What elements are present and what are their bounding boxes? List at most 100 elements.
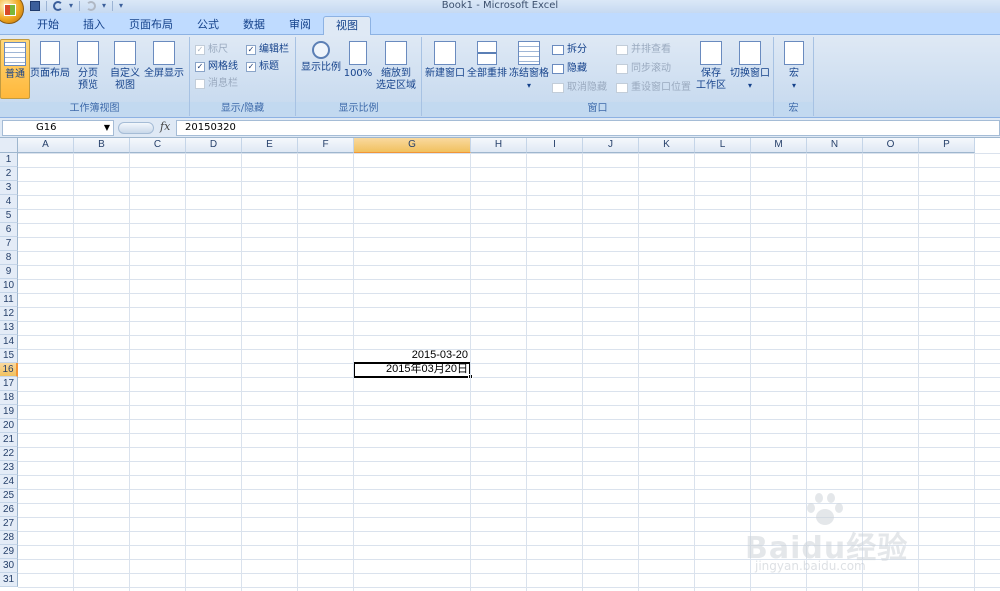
cell-g15[interactable]: 2015-03-20 bbox=[354, 349, 468, 363]
formula-cancel-enter-buttons[interactable] bbox=[118, 122, 154, 134]
row-header-21[interactable]: 21 bbox=[0, 433, 18, 447]
row-header-4[interactable]: 4 bbox=[0, 195, 18, 209]
row-header-1[interactable]: 1 bbox=[0, 153, 18, 167]
split-button[interactable]: 拆分 bbox=[552, 42, 587, 57]
column-header-f[interactable]: F bbox=[298, 138, 354, 153]
column-header-h[interactable]: H bbox=[471, 138, 527, 153]
hide-button[interactable]: 隐藏 bbox=[552, 61, 587, 76]
save-workspace-label-2: 工作区 bbox=[696, 80, 726, 91]
new-window-button[interactable]: 新建窗口 bbox=[424, 39, 466, 99]
column-header-c[interactable]: C bbox=[130, 138, 186, 153]
view-side-by-side-button[interactable]: 并排查看 bbox=[616, 42, 671, 57]
row-header-14[interactable]: 14 bbox=[0, 335, 18, 349]
row-header-15[interactable]: 15 bbox=[0, 349, 18, 363]
row-header-24[interactable]: 24 bbox=[0, 475, 18, 489]
tab-data[interactable]: 数据 bbox=[231, 16, 277, 35]
formula-bar-checkbox[interactable]: ✓ 编辑栏 bbox=[246, 42, 289, 57]
switch-windows-icon bbox=[739, 41, 761, 65]
redo-icon[interactable] bbox=[86, 1, 97, 11]
zoom-100-button[interactable]: 100% bbox=[342, 39, 374, 99]
column-header-a[interactable]: A bbox=[18, 138, 74, 153]
normal-view-button[interactable]: 普通 bbox=[0, 39, 30, 99]
freeze-panes-button[interactable]: 冻结窗格 ▾ bbox=[508, 39, 550, 99]
zoom-to-selection-button[interactable]: 缩放到 选定区域 bbox=[374, 39, 418, 99]
row-header-5[interactable]: 5 bbox=[0, 209, 18, 223]
undo-dropdown-icon[interactable]: ▾ bbox=[69, 1, 73, 11]
row-header-25[interactable]: 25 bbox=[0, 489, 18, 503]
column-header-j[interactable]: J bbox=[583, 138, 639, 153]
row-header-28[interactable]: 28 bbox=[0, 531, 18, 545]
column-header-b[interactable]: B bbox=[74, 138, 130, 153]
tab-formulas[interactable]: 公式 bbox=[185, 16, 231, 35]
sync-scroll-button[interactable]: 同步滚动 bbox=[616, 61, 671, 76]
unhide-button[interactable]: 取消隐藏 bbox=[552, 80, 607, 95]
row-header-8[interactable]: 8 bbox=[0, 251, 18, 265]
row-header-12[interactable]: 12 bbox=[0, 307, 18, 321]
column-header-l[interactable]: L bbox=[695, 138, 751, 153]
message-bar-checkbox[interactable]: ✓ 消息栏 bbox=[195, 76, 238, 91]
row-header-26[interactable]: 26 bbox=[0, 503, 18, 517]
zoom-button[interactable]: 显示比例 bbox=[300, 39, 342, 99]
worksheet-grid[interactable]: ABCDEFGHIJKLMNOP 1 2 3 4 5 6 7 8 9 10 11 12 13 14 15 16… bbox=[0, 138, 1000, 591]
custom-views-button[interactable]: 自定义 视图 bbox=[108, 39, 142, 99]
tab-view[interactable]: 视图 bbox=[323, 16, 371, 35]
row-header-20[interactable]: 20 bbox=[0, 419, 18, 433]
row-header-11[interactable]: 11 bbox=[0, 293, 18, 307]
row-header-3[interactable]: 3 bbox=[0, 181, 18, 195]
column-header-g[interactable]: G bbox=[354, 138, 471, 153]
column-header-m[interactable]: M bbox=[751, 138, 807, 153]
row-header-10[interactable]: 10 bbox=[0, 279, 18, 293]
select-all-corner[interactable] bbox=[0, 138, 18, 153]
row-header-22[interactable]: 22 bbox=[0, 447, 18, 461]
arrange-all-button[interactable]: 全部重排 bbox=[466, 39, 508, 99]
tab-home[interactable]: 开始 bbox=[25, 16, 71, 35]
office-logo-icon bbox=[4, 4, 16, 16]
row-header-7[interactable]: 7 bbox=[0, 237, 18, 251]
column-header-k[interactable]: K bbox=[639, 138, 695, 153]
page-break-label-1: 分页 bbox=[78, 68, 98, 79]
row-header-2[interactable]: 2 bbox=[0, 167, 18, 181]
row-header-17[interactable]: 17 bbox=[0, 377, 18, 391]
redo-dropdown-icon[interactable]: ▾ bbox=[102, 1, 106, 11]
name-box[interactable]: G16 ▼ bbox=[2, 120, 114, 136]
column-header-p[interactable]: P bbox=[919, 138, 975, 153]
gridlines-checkbox[interactable]: ✓ 网格线 bbox=[195, 59, 238, 74]
name-box-dropdown-icon[interactable]: ▼ bbox=[104, 121, 110, 135]
full-screen-button[interactable]: 全屏显示 bbox=[143, 39, 185, 99]
tab-page-layout[interactable]: 页面布局 bbox=[117, 16, 185, 35]
column-header-e[interactable]: E bbox=[242, 138, 298, 153]
formula-input[interactable]: 20150320 bbox=[176, 120, 1000, 136]
column-header-n[interactable]: N bbox=[807, 138, 863, 153]
row-header-16[interactable]: 16 bbox=[0, 363, 18, 377]
page-break-preview-button[interactable]: 分页 预览 bbox=[70, 39, 106, 99]
column-header-o[interactable]: O bbox=[863, 138, 919, 153]
reset-window-position-button[interactable]: 重设窗口位置 bbox=[616, 80, 691, 95]
ruler-checkbox[interactable]: ✓ 标尺 bbox=[195, 42, 228, 57]
row-header-13[interactable]: 13 bbox=[0, 321, 18, 335]
switch-windows-button[interactable]: 切换窗口 ▾ bbox=[728, 39, 772, 99]
column-header-i[interactable]: I bbox=[527, 138, 583, 153]
column-header-d[interactable]: D bbox=[186, 138, 242, 153]
row-header-31[interactable]: 31 bbox=[0, 573, 18, 587]
baidu-jingyan-watermark: Baidu经验 jingyan.baidu.com bbox=[745, 493, 945, 573]
row-header-29[interactable]: 29 bbox=[0, 545, 18, 559]
row-header-30[interactable]: 30 bbox=[0, 559, 18, 573]
watermark-url: jingyan.baidu.com bbox=[755, 559, 866, 573]
headings-checkbox[interactable]: ✓ 标题 bbox=[246, 59, 279, 74]
row-header-23[interactable]: 23 bbox=[0, 461, 18, 475]
undo-icon[interactable] bbox=[53, 1, 63, 11]
unhide-label: 取消隐藏 bbox=[567, 82, 607, 93]
tab-review[interactable]: 审阅 bbox=[277, 16, 323, 35]
customize-qat-icon[interactable]: ▾ bbox=[119, 1, 123, 11]
row-header-27[interactable]: 27 bbox=[0, 517, 18, 531]
insert-function-icon[interactable]: fx bbox=[160, 120, 170, 133]
save-icon[interactable] bbox=[30, 1, 40, 11]
row-header-19[interactable]: 19 bbox=[0, 405, 18, 419]
page-layout-view-button[interactable]: 页面布局 bbox=[30, 39, 70, 99]
save-workspace-button[interactable]: 保存 工作区 bbox=[692, 39, 730, 99]
tab-insert[interactable]: 插入 bbox=[71, 16, 117, 35]
row-header-18[interactable]: 18 bbox=[0, 391, 18, 405]
row-header-6[interactable]: 6 bbox=[0, 223, 18, 237]
macros-button[interactable]: 宏 ▾ bbox=[778, 39, 810, 99]
row-header-9[interactable]: 9 bbox=[0, 265, 18, 279]
